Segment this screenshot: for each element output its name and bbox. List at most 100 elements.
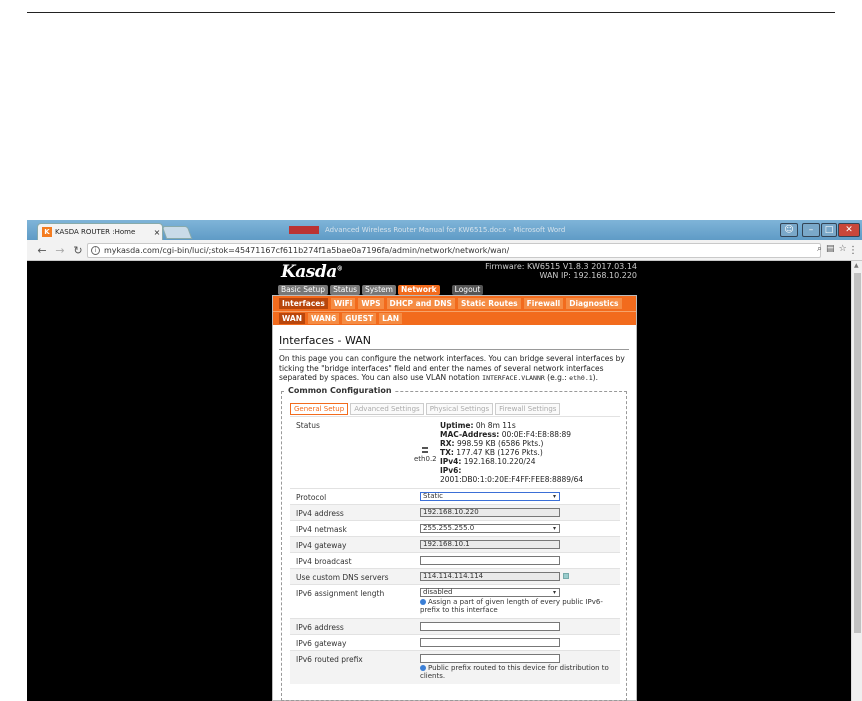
forward-icon[interactable]: → [53, 243, 67, 257]
rx-value: 998.59 KB (6586 Pkts.) [454, 439, 544, 448]
kasda-logo: Kasda® [281, 262, 343, 282]
title-bar: K KASDA ROUTER :Home × Advanced Wireless… [27, 220, 862, 240]
status-label: Status [296, 421, 320, 430]
rx-key: RX: [440, 439, 455, 448]
new-tab-button[interactable] [161, 226, 193, 239]
desc-part-5: ). [592, 373, 598, 382]
maximize-button[interactable]: □ [821, 223, 837, 237]
help-icon [420, 665, 426, 671]
ipv6-length-value: disabled [423, 588, 453, 596]
ipv4-netmask-select[interactable]: 255.255.255.0 ▾ [420, 524, 560, 533]
submenu-firewall[interactable]: Firewall [523, 298, 564, 309]
tab-firewall-settings[interactable]: Firewall Settings [495, 403, 561, 415]
ipv6-length-select[interactable]: disabled ▾ [420, 588, 560, 597]
close-window-button[interactable]: ✕ [838, 223, 860, 237]
status-row: Status eth0.2 Uptime: 0h 8m 11s MAC-Addr… [290, 416, 620, 488]
dns-input[interactable]: 114.114.114.114 [420, 572, 560, 581]
menu-icon[interactable]: ⋮ [848, 243, 858, 257]
interface-tabs: WAN WAN6 GUEST LAN [273, 311, 636, 325]
url-tools: ⌕ ▤ ☆ [817, 244, 847, 254]
tab-general-setup[interactable]: General Setup [290, 403, 349, 415]
ipv6-gateway-label: IPv6 gateway [296, 639, 347, 648]
ipv6-address-input[interactable] [420, 622, 560, 631]
background-window-text: Advanced Wireless Router Manual for KW65… [325, 226, 566, 234]
minimize-button[interactable]: – [802, 223, 820, 237]
scroll-thumb[interactable] [854, 273, 861, 633]
protocol-value: Static [423, 492, 444, 500]
info-icon[interactable]: i [91, 246, 100, 255]
back-icon[interactable]: ← [35, 243, 49, 257]
chevron-down-icon: ▾ [552, 493, 556, 500]
dns-label: Use custom DNS servers [296, 573, 389, 582]
ipv4-address-input[interactable]: 192.168.10.220 [420, 508, 560, 517]
ipv4-gateway-input[interactable]: 192.168.10.1 [420, 540, 560, 549]
protocol-select[interactable]: Static ▾ [420, 492, 560, 501]
zoom-icon[interactable]: ⌕ [817, 244, 822, 254]
star-icon[interactable]: ☆ [839, 244, 847, 254]
common-configuration: Common Configuration General Setup Advan… [281, 386, 627, 701]
content-panel: Interfaces WiFi WPS DHCP and DNS Static … [272, 295, 637, 701]
submenu-interfaces[interactable]: Interfaces [279, 298, 328, 309]
ipv6-value: 2001:DB0:1:0:20E:F4FF:FEE8:8889/64 [440, 475, 584, 484]
device-name: eth0.2 [414, 455, 437, 463]
browser-tab[interactable]: K KASDA ROUTER :Home × [37, 223, 163, 240]
ipv6-gateway-row: IPv6 gateway [290, 634, 620, 650]
submenu-static-routes[interactable]: Static Routes [457, 298, 521, 309]
ethernet-icon [422, 447, 428, 453]
ipv4-value: 192.168.10.220/24 [461, 457, 536, 466]
mac-value: 00:0E:F4:E8:88:89 [499, 430, 572, 439]
menu-network[interactable]: Network [397, 285, 440, 295]
interface-tab-wan[interactable]: WAN [279, 313, 306, 324]
config-tabs: General Setup Advanced Settings Physical… [290, 403, 561, 415]
submenu-wifi[interactable]: WiFi [330, 298, 356, 309]
help-icon [420, 599, 426, 605]
chevron-down-icon: ▾ [552, 589, 556, 596]
menu-basic-setup[interactable]: Basic Setup [278, 285, 329, 295]
interface-tab-lan[interactable]: LAN [379, 313, 403, 324]
ipv6-prefix-row: IPv6 routed prefix Public prefix routed … [290, 650, 620, 684]
tab-advanced-settings[interactable]: Advanced Settings [350, 403, 424, 415]
ipv4-broadcast-row: IPv4 broadcast [290, 552, 620, 568]
ipv6-gateway-input[interactable] [420, 638, 560, 647]
interface-tab-wan6[interactable]: WAN6 [308, 313, 340, 324]
status-details: Uptime: 0h 8m 11s MAC-Address: 00:0E:F4:… [440, 421, 583, 484]
menu-system[interactable]: System [361, 285, 396, 295]
translate-icon[interactable]: ▤ [826, 244, 835, 254]
submenu-wps[interactable]: WPS [358, 298, 384, 309]
ipv6-address-label: IPv6 address [296, 623, 344, 632]
ipv6-address-row: IPv6 address [290, 618, 620, 634]
add-dns-icon[interactable] [563, 573, 569, 579]
submenu-dhcp-dns[interactable]: DHCP and DNS [386, 298, 455, 309]
menu-status[interactable]: Status [330, 285, 360, 295]
logo-text: Kasda [281, 262, 337, 282]
profile-icon[interactable]: ☺ [780, 223, 798, 237]
reload-icon[interactable]: ↻ [71, 243, 85, 257]
ipv4-broadcast-input[interactable] [420, 556, 560, 565]
page-description: On this page you can configure the netwo… [279, 354, 629, 384]
url-input[interactable]: i mykasda.com/cgi-bin/luci/;stok=4547116… [87, 243, 821, 258]
scroll-up-icon[interactable]: ▲ [854, 262, 859, 269]
ipv4-netmask-row: IPv4 netmask 255.255.255.0 ▾ [290, 520, 620, 536]
kasda-favicon-icon: K [42, 227, 52, 237]
background-window-title: Advanced Wireless Router Manual for KW65… [289, 224, 609, 236]
dns-row: Use custom DNS servers 114.114.114.114 [290, 568, 620, 584]
document-top-rule [27, 12, 835, 13]
status-device: eth0.2 [414, 447, 437, 463]
interface-tab-guest[interactable]: GUEST [342, 313, 377, 324]
menu-logout[interactable]: Logout [451, 285, 484, 295]
browser-window: K KASDA ROUTER :Home × Advanced Wireless… [27, 220, 862, 701]
chevron-down-icon: ▾ [552, 525, 556, 532]
title-divider [279, 349, 629, 350]
protocol-row: Protocol Static ▾ [290, 488, 620, 504]
ipv4-address-label: IPv4 address [296, 509, 344, 518]
page-title: Interfaces - WAN [279, 334, 371, 347]
submenu-diagnostics[interactable]: Diagnostics [566, 298, 622, 309]
uptime-key: Uptime: [440, 421, 474, 430]
url-text: mykasda.com/cgi-bin/luci/;stok=45471167c… [104, 246, 510, 255]
ipv6-key: IPv6: [440, 466, 462, 475]
close-tab-icon[interactable]: × [152, 228, 162, 237]
page-scrollbar[interactable]: ▲ [851, 261, 862, 701]
netmask-value: 255.255.255.0 [423, 524, 475, 532]
ipv6-prefix-input[interactable] [420, 654, 560, 663]
tab-physical-settings[interactable]: Physical Settings [425, 403, 494, 415]
